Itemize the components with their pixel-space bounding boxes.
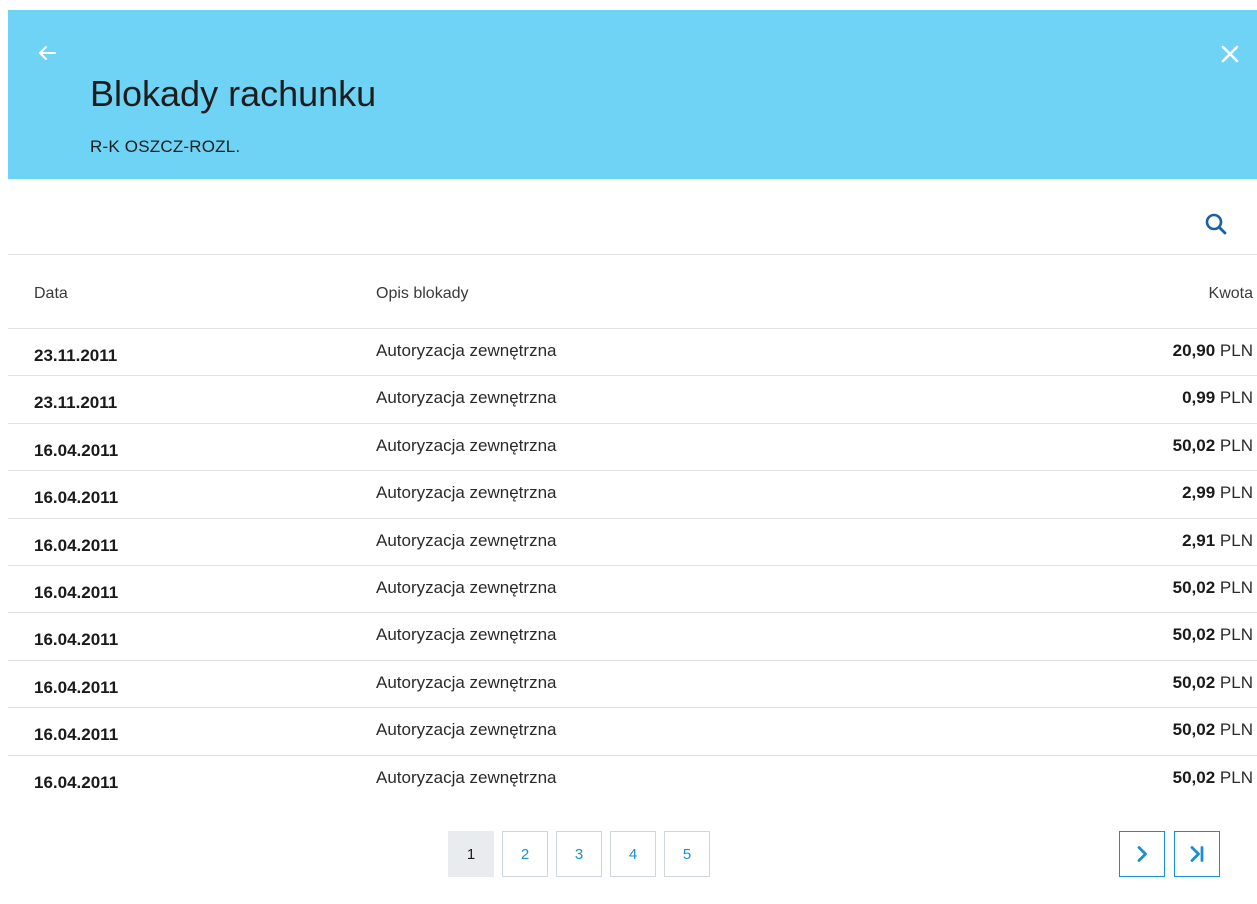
page-button-3[interactable]: 3 [556,831,602,877]
page-title: Blokady rachunku [90,73,377,114]
amount-value: 50,02 [1172,435,1216,455]
amount-value: 20,90 [1172,341,1216,360]
back-button[interactable] [32,38,62,68]
search-icon [1205,213,1227,235]
amount-value: 50,02 [1172,625,1216,645]
currency: PLN [1219,483,1253,503]
row-date: 16.04.2011 [34,440,119,460]
row-amount: 50,02 PLN [1173,625,1253,645]
amount-value: 50,02 [1172,720,1216,740]
row-description: Autoryzacja zewnętrzna [376,530,557,550]
amount-value: 50,02 [1172,577,1216,597]
column-header-description: Opis blokady [376,285,469,302]
pagination: 1 2 3 4 5 [448,831,710,877]
table-row[interactable]: 16.04.2011 Autoryzacja zewnętrzna 50,02 … [8,756,1257,803]
blocks-table: 23.11.2011 Autoryzacja zewnętrzna 20,90 … [8,329,1257,803]
table-row[interactable]: 16.04.2011 Autoryzacja zewnętrzna 50,02 … [8,708,1257,756]
row-date: 16.04.2011 [34,677,119,697]
page-button-2[interactable]: 2 [502,831,548,877]
table-row[interactable]: 16.04.2011 Autoryzacja zewnętrzna 50,02 … [8,424,1257,472]
table-header: Data Opis blokady Kwota [8,255,1257,329]
amount-value: 0,99 [1182,388,1216,408]
row-amount: 2,91 PLN [1182,531,1253,551]
page: Blokady rachunku R-K OSZCZ-ROZL. Data Op… [0,0,1257,904]
row-amount: 20,90 PLN [1173,341,1253,361]
close-button[interactable] [1216,40,1244,68]
amount-value: 2,91 [1182,530,1216,550]
row-amount: 50,02 PLN [1173,436,1253,456]
currency: PLN [1219,720,1253,740]
row-description: Autoryzacja zewnętrzna [376,672,557,692]
row-amount: 50,02 PLN [1173,578,1253,598]
toolbar [8,179,1257,255]
row-description: Autoryzacja zewnętrzna [376,720,557,740]
chevron-right-icon [1137,846,1147,862]
table-row[interactable]: 16.04.2011 Autoryzacja zewnętrzna 50,02 … [8,613,1257,661]
row-date: 16.04.2011 [34,725,119,745]
row-date: 16.04.2011 [34,582,119,602]
close-icon [1221,45,1239,63]
row-date: 16.04.2011 [34,535,119,555]
next-page-button[interactable] [1119,831,1165,877]
amount-value: 2,99 [1182,483,1216,503]
top-strip [0,0,1257,10]
skip-to-last-icon [1190,846,1204,862]
row-amount: 50,02 PLN [1173,720,1253,740]
page-button-1[interactable]: 1 [448,831,494,877]
currency: PLN [1219,435,1253,455]
column-header-date: Data [34,285,68,302]
row-description: Autoryzacja zewnętrzna [376,341,557,360]
row-description: Autoryzacja zewnętrzna [376,435,557,455]
table-row[interactable]: 23.11.2011 Autoryzacja zewnętrzna 0,99 P… [8,376,1257,424]
currency: PLN [1219,341,1253,360]
table-row[interactable]: 16.04.2011 Autoryzacja zewnętrzna 2,99 P… [8,471,1257,519]
table-row[interactable]: 16.04.2011 Autoryzacja zewnętrzna 50,02 … [8,566,1257,614]
page-button-5[interactable]: 5 [664,831,710,877]
account-name: R-K OSZCZ-ROZL. [90,137,241,156]
row-date: 23.11.2011 [34,346,118,365]
row-date: 16.04.2011 [34,630,119,650]
row-description: Autoryzacja zewnętrzna [376,767,557,787]
row-date: 23.11.2011 [34,393,118,413]
currency: PLN [1219,672,1253,692]
currency: PLN [1219,530,1253,550]
row-date: 16.04.2011 [34,488,119,508]
currency: PLN [1219,625,1253,645]
table-row[interactable]: 16.04.2011 Autoryzacja zewnętrzna 50,02 … [8,661,1257,709]
arrow-left-icon [39,46,56,60]
row-amount: 2,99 PLN [1182,483,1253,503]
table-row[interactable]: 16.04.2011 Autoryzacja zewnętrzna 2,91 P… [8,519,1257,566]
last-page-button[interactable] [1174,831,1220,877]
search-button[interactable] [1201,209,1231,239]
row-description: Autoryzacja zewnętrzna [376,388,557,408]
row-amount: 50,02 PLN [1173,673,1253,693]
row-description: Autoryzacja zewnętrzna [376,483,557,503]
row-description: Autoryzacja zewnętrzna [376,577,557,597]
currency: PLN [1219,577,1253,597]
column-header-amount: Kwota [1208,285,1253,302]
table-row[interactable]: 23.11.2011 Autoryzacja zewnętrzna 20,90 … [8,329,1257,377]
currency: PLN [1219,767,1253,787]
amount-value: 50,02 [1172,767,1216,787]
page-button-4[interactable]: 4 [610,831,656,877]
amount-value: 50,02 [1172,672,1216,692]
row-amount: 0,99 PLN [1182,388,1253,408]
row-description: Autoryzacja zewnętrzna [376,625,557,645]
header: Blokady rachunku R-K OSZCZ-ROZL. [8,10,1257,179]
currency: PLN [1219,388,1253,408]
row-date: 16.04.2011 [34,772,119,792]
row-amount: 50,02 PLN [1173,768,1253,788]
